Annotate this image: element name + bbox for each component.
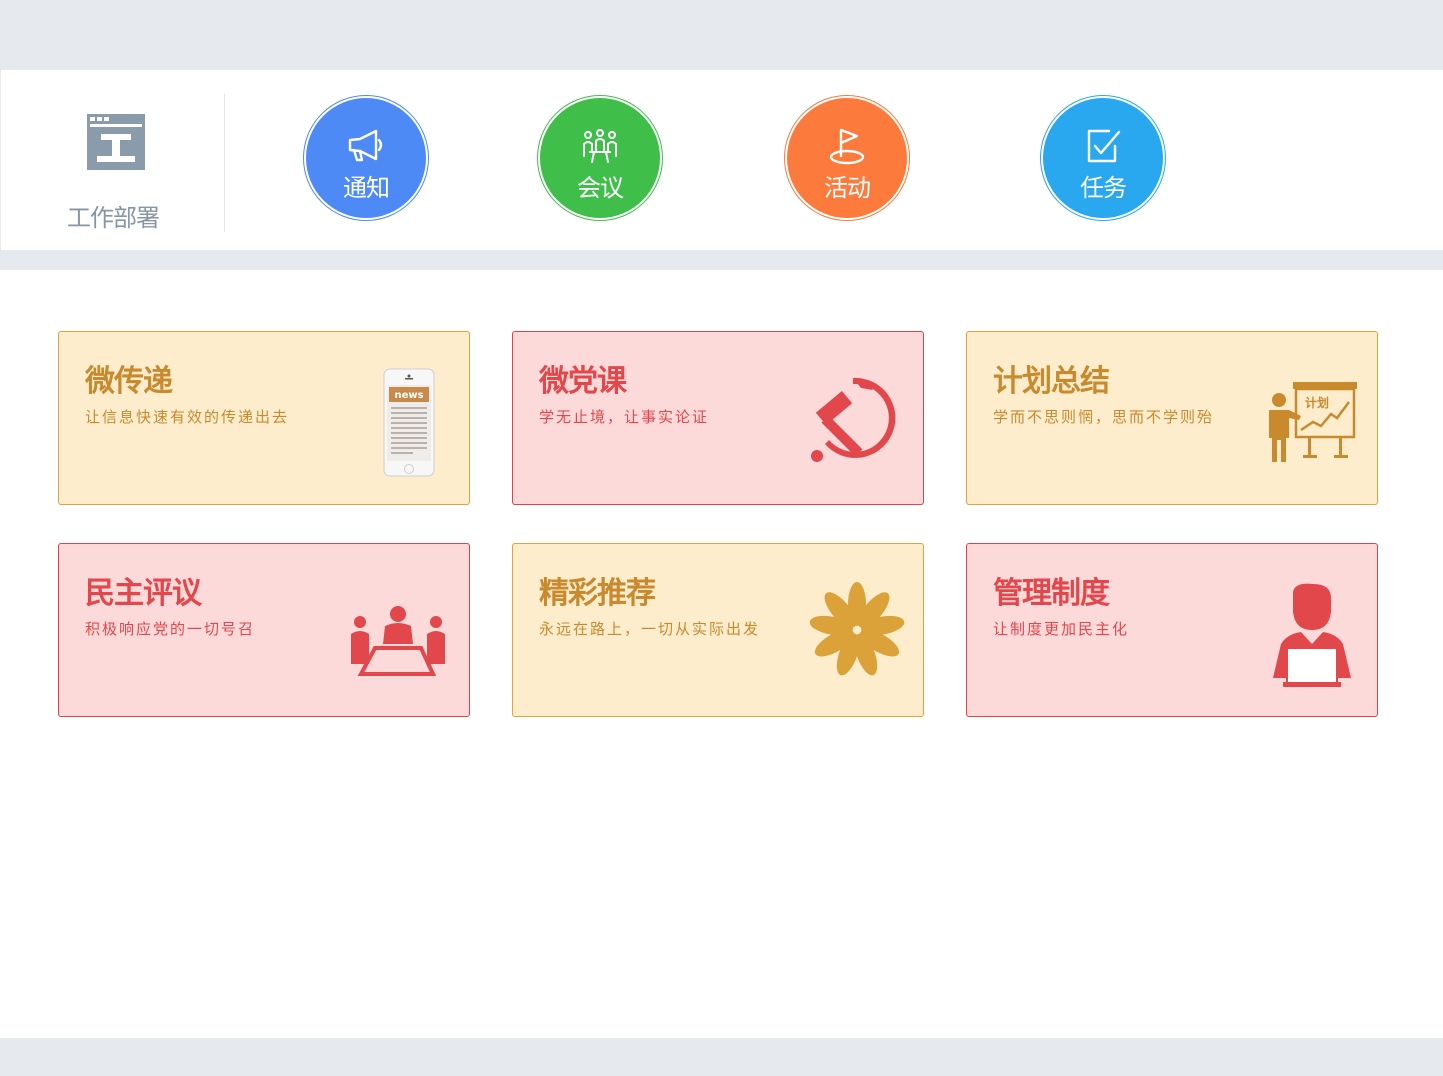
notice-label: 通知 bbox=[343, 174, 390, 202]
card-title: 微传递 bbox=[85, 364, 173, 399]
meeting-icon bbox=[583, 129, 617, 163]
activity-label: 活动 bbox=[824, 174, 871, 202]
card-subtitle: 学无止境，让事实论证 bbox=[539, 408, 710, 426]
work-deploy-block[interactable]: 工作部署 bbox=[1, 70, 225, 250]
card-micro-delivery[interactable]: 微传递 让信息快速有效的传递出去 news bbox=[58, 331, 470, 505]
card-plan-summary[interactable]: 计划总结 学而不思则惘，思而不学则殆 计划 bbox=[966, 331, 1378, 505]
megaphone-icon bbox=[348, 129, 383, 162]
person-laptop-icon bbox=[1273, 583, 1351, 687]
card-subtitle: 学而不思则惘，思而不学则殆 bbox=[993, 408, 1215, 426]
hammer-sickle-icon bbox=[811, 377, 896, 462]
card-recommendations[interactable]: 精彩推荐 永远在路上，一切从实际出发 bbox=[512, 543, 924, 717]
card-democratic-review[interactable]: 民主评议 积极响应党的一切号召 bbox=[58, 543, 470, 717]
main-panel: 微传递 让信息快速有效的传递出去 news 微党课 学无止境，让事实论证 计划总… bbox=[0, 270, 1443, 1038]
window-icon bbox=[87, 114, 145, 170]
task-button[interactable]: 任务 bbox=[1040, 95, 1166, 221]
flower-icon bbox=[809, 582, 905, 676]
card-title: 民主评议 bbox=[85, 576, 202, 611]
presenter-board-icon: 计划 bbox=[1269, 382, 1357, 462]
card-title: 计划总结 bbox=[993, 364, 1110, 399]
divider bbox=[224, 94, 225, 232]
news-screen-text: news bbox=[394, 390, 423, 401]
discussion-group-icon bbox=[351, 606, 445, 676]
meeting-button[interactable]: 会议 bbox=[537, 95, 663, 221]
card-party-class[interactable]: 微党课 学无止境，让事实论证 bbox=[512, 331, 924, 505]
board-text: 计划 bbox=[1305, 395, 1329, 410]
work-deploy-label: 工作部署 bbox=[67, 204, 160, 232]
card-management-rules[interactable]: 管理制度 让制度更加民主化 bbox=[966, 543, 1378, 717]
news-phone-icon: news bbox=[383, 368, 435, 477]
card-title: 微党课 bbox=[539, 364, 627, 399]
flag-icon bbox=[829, 128, 865, 165]
task-label: 任务 bbox=[1080, 174, 1127, 202]
meeting-label: 会议 bbox=[577, 174, 624, 202]
card-subtitle: 让制度更加民主化 bbox=[993, 620, 1130, 638]
task-check-icon bbox=[1087, 129, 1121, 163]
activity-button[interactable]: 活动 bbox=[784, 95, 910, 221]
card-subtitle: 让信息快速有效的传递出去 bbox=[85, 408, 290, 426]
notice-button[interactable]: 通知 bbox=[303, 95, 429, 221]
top-panel: 工作部署 通知 会议 活动 任务 bbox=[1, 70, 1443, 250]
card-subtitle: 积极响应党的一切号召 bbox=[85, 620, 256, 638]
card-title: 管理制度 bbox=[993, 576, 1110, 611]
card-subtitle: 永远在路上，一切从实际出发 bbox=[539, 620, 761, 638]
card-title: 精彩推荐 bbox=[539, 576, 656, 611]
